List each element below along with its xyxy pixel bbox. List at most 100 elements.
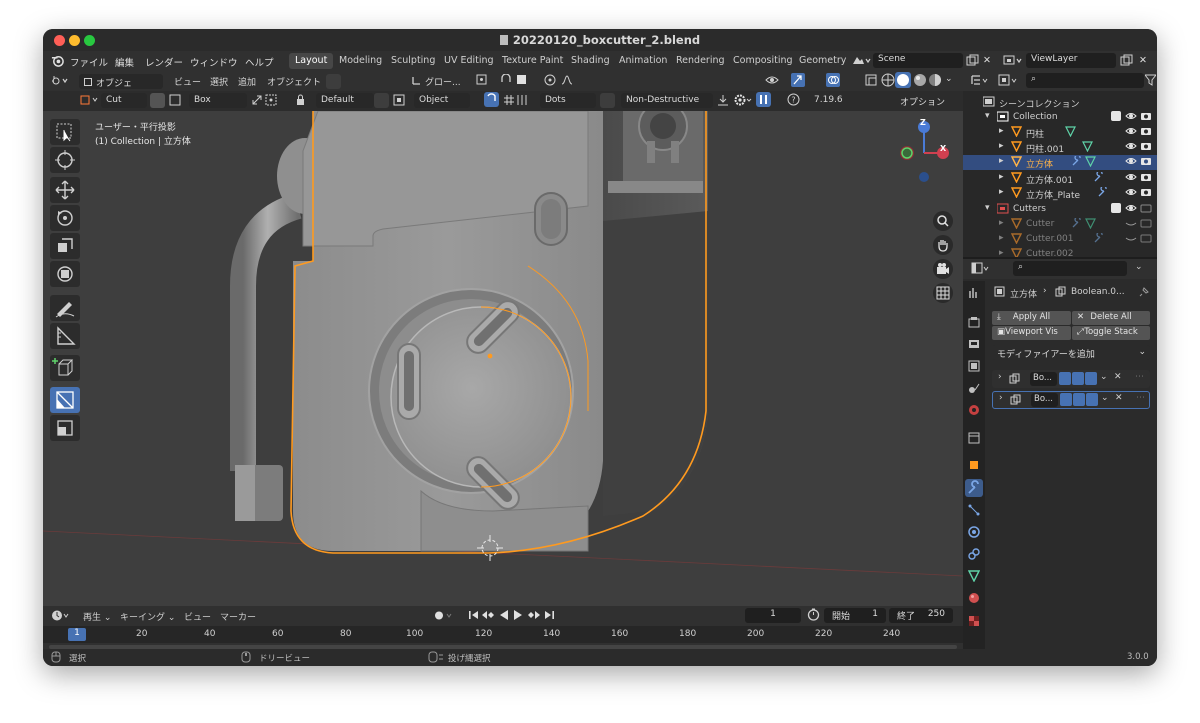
outliner-row-cylinder[interactable]: ▸ 円柱	[963, 125, 1157, 140]
chevron-down-icon[interactable]: ⌄	[1101, 393, 1109, 403]
menu-object[interactable]: オブジェクト	[267, 75, 321, 88]
render-tab-icon[interactable]	[968, 316, 980, 331]
hardops-tool[interactable]	[50, 415, 80, 441]
timeline-editor-icon[interactable]	[51, 609, 71, 625]
stopwatch-icon[interactable]	[807, 608, 820, 624]
scene-name-field[interactable]: Scene	[873, 53, 963, 68]
menu-help[interactable]: ヘルプ	[245, 55, 274, 69]
modifier-name-field[interactable]: Bo...	[1031, 393, 1058, 407]
collapse-arrow-icon[interactable]: ▸	[999, 156, 1004, 166]
falloff-icon[interactable]	[561, 74, 581, 89]
outliner-row-cutter-001[interactable]: ▸ Cutter.001	[963, 231, 1157, 247]
menu-render[interactable]: レンダー	[145, 55, 183, 69]
mode-object-dropdown[interactable]: Object	[414, 93, 470, 108]
editor-type-icon[interactable]	[51, 74, 71, 90]
transform-tool[interactable]	[50, 261, 80, 287]
view-layer-tab-icon[interactable]	[968, 360, 980, 375]
tool-tab-icon[interactable]	[968, 287, 980, 302]
gear-icon[interactable]	[734, 94, 754, 109]
properties-search-input[interactable]: ⌕	[1013, 261, 1127, 276]
texture-tab-icon[interactable]	[968, 615, 980, 630]
play-icon[interactable]	[513, 609, 524, 624]
eye-icon[interactable]	[1125, 110, 1137, 125]
collapse-arrow-icon[interactable]: ▸	[999, 126, 1004, 136]
camera-view-icon[interactable]	[933, 259, 953, 283]
menu-add[interactable]: 追加	[238, 75, 256, 88]
cursor-tool[interactable]	[50, 147, 80, 173]
collapse-arrow-icon[interactable]: ›	[999, 393, 1003, 403]
jump-start-icon[interactable]	[468, 609, 479, 624]
blender-logo-icon[interactable]	[51, 54, 64, 70]
destructive-mode-dropdown[interactable]: Non-Destructive	[621, 93, 713, 108]
render-toggle-icon[interactable]	[1086, 393, 1098, 406]
drag-handle-icon[interactable]: ⋯	[1135, 372, 1144, 382]
camera-render-icon[interactable]	[1140, 125, 1152, 140]
shape-toggle-icon[interactable]	[150, 93, 165, 108]
eye-icon[interactable]	[1125, 171, 1137, 186]
boxcutter-tool[interactable]	[50, 387, 80, 413]
remove-scene-icon[interactable]: ✕	[983, 55, 991, 66]
material-tab-icon[interactable]	[968, 592, 980, 607]
collapse-arrow-icon[interactable]: ▸	[999, 233, 1004, 243]
drag-handle-icon[interactable]: ⋯	[1136, 393, 1145, 403]
tab-layout[interactable]: Layout	[289, 53, 334, 69]
new-scene-icon[interactable]	[966, 54, 979, 70]
camera-render-icon[interactable]	[1140, 171, 1152, 186]
eye-icon[interactable]	[1125, 155, 1137, 170]
boolean-mode-icon[interactable]	[600, 93, 615, 108]
edit-mode-toggle-icon[interactable]	[1059, 372, 1071, 385]
physics-tab-icon[interactable]	[968, 526, 980, 541]
render-toggle-icon[interactable]	[1085, 372, 1097, 385]
outliner-row-collection[interactable]: ▾ Collection	[963, 110, 1157, 125]
mode-dropdown[interactable]: オブジェク...⌄	[79, 74, 163, 102]
frame-end-field[interactable]: 終了 250	[889, 608, 953, 623]
transform-orientation-dropdown[interactable]: グロー...	[425, 75, 461, 88]
overlays-toggle-icon[interactable]	[826, 73, 848, 90]
menu-window[interactable]: ウィンドウ	[190, 55, 238, 69]
gizmo-toggle-icon[interactable]	[791, 73, 813, 90]
move-tool[interactable]	[50, 177, 80, 203]
edit-mode-toggle-icon[interactable]	[1060, 393, 1072, 406]
proportional-edit-icon[interactable]	[544, 74, 558, 89]
perspective-grid-icon[interactable]	[933, 283, 953, 307]
outliner-row-cutter[interactable]: ▸ Cutter	[963, 216, 1157, 232]
knife-icon[interactable]	[374, 93, 389, 108]
tab-geometry[interactable]: Geometry	[793, 53, 852, 69]
eye-icon[interactable]	[1125, 202, 1137, 217]
tab-modeling[interactable]: Modeling	[333, 53, 388, 69]
add-modifier-dropdown[interactable]: モディファイアーを追加 ⌄	[992, 345, 1150, 360]
menu-file[interactable]: ファイル	[70, 55, 108, 69]
pin-icon[interactable]	[1139, 286, 1150, 300]
expand-arrow-icon[interactable]: ▾	[985, 111, 990, 121]
tab-animation[interactable]: Animation	[613, 53, 673, 69]
menu-edit[interactable]: 編集	[115, 55, 134, 69]
properties-editor-icon[interactable]	[971, 262, 991, 278]
data-tab-icon[interactable]	[967, 570, 981, 585]
material-shading-icon[interactable]	[913, 73, 927, 90]
outliner-row-cube-001[interactable]: ▸ 立方体.001	[963, 170, 1157, 186]
remove-view-layer-icon[interactable]: ✕	[1139, 55, 1147, 66]
modifier-tab-icon[interactable]	[965, 479, 983, 497]
close-icon[interactable]: ✕	[1114, 372, 1122, 382]
tab-shading[interactable]: Shading	[565, 53, 616, 69]
outliner-row-cutters[interactable]: ▾ Cutters	[963, 202, 1157, 217]
jump-keyframe-forward-icon[interactable]	[527, 609, 541, 624]
scene-tab-icon[interactable]	[968, 382, 980, 397]
properties-options-icon[interactable]: ⌄	[1135, 262, 1143, 272]
camera-render-icon[interactable]	[1140, 217, 1152, 232]
visibility-icon[interactable]	[765, 74, 787, 89]
apply-all-button[interactable]: ⤓ Apply All	[992, 311, 1071, 325]
outliner-row-cutter-002[interactable]: ▸ Cutter.002	[963, 247, 1157, 257]
close-icon[interactable]: ✕	[1115, 393, 1123, 403]
display-mode-icon[interactable]	[998, 74, 1020, 90]
menu-view[interactable]: ビュー	[174, 75, 201, 88]
object-tab-icon[interactable]	[968, 459, 980, 474]
record-icon[interactable]	[433, 609, 455, 625]
eye-icon[interactable]	[1125, 186, 1137, 201]
behavior-dropdown[interactable]: Default	[316, 93, 374, 108]
camera-render-icon[interactable]	[1140, 232, 1152, 247]
modifier-panel-2[interactable]: › Bo... ⌄ ✕ ⋯	[992, 391, 1150, 409]
output-tab-icon[interactable]	[968, 338, 980, 353]
collapse-arrow-icon[interactable]: ▸	[999, 172, 1004, 182]
modifier-panel-1[interactable]: › Bo... ⌄ ✕ ⋯	[992, 370, 1150, 388]
